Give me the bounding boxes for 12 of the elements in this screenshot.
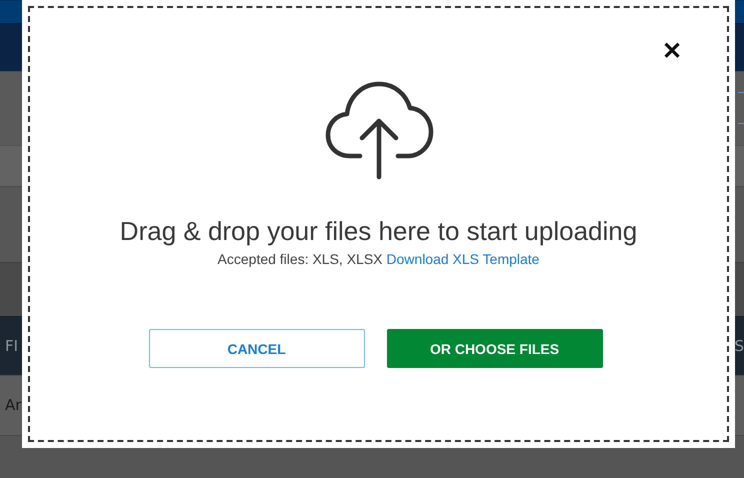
close-button[interactable]: ✕	[662, 40, 682, 64]
dialog-heading: Drag & drop your files here to start uploading	[120, 216, 638, 247]
table-cell: Ar	[5, 396, 22, 414]
cancel-button[interactable]: CANCEL	[148, 329, 364, 368]
drop-zone[interactable]: ✕ Drag & drop your files here to start uploading Accepted files: XLS, XLSX Download XLS Template CANCEL OR CHOOSE FILES	[28, 6, 729, 442]
column-header: FI	[5, 336, 18, 355]
cloud-upload-icon	[324, 80, 434, 180]
download-template-link[interactable]: Download XLS Template	[386, 251, 540, 267]
accepted-files-text: Accepted files: XLS, XLSX Download XLS Template	[218, 251, 540, 267]
choose-files-button[interactable]: OR CHOOSE FILES	[386, 329, 602, 368]
column-header: S	[734, 336, 744, 355]
tab-outline	[738, 92, 744, 124]
